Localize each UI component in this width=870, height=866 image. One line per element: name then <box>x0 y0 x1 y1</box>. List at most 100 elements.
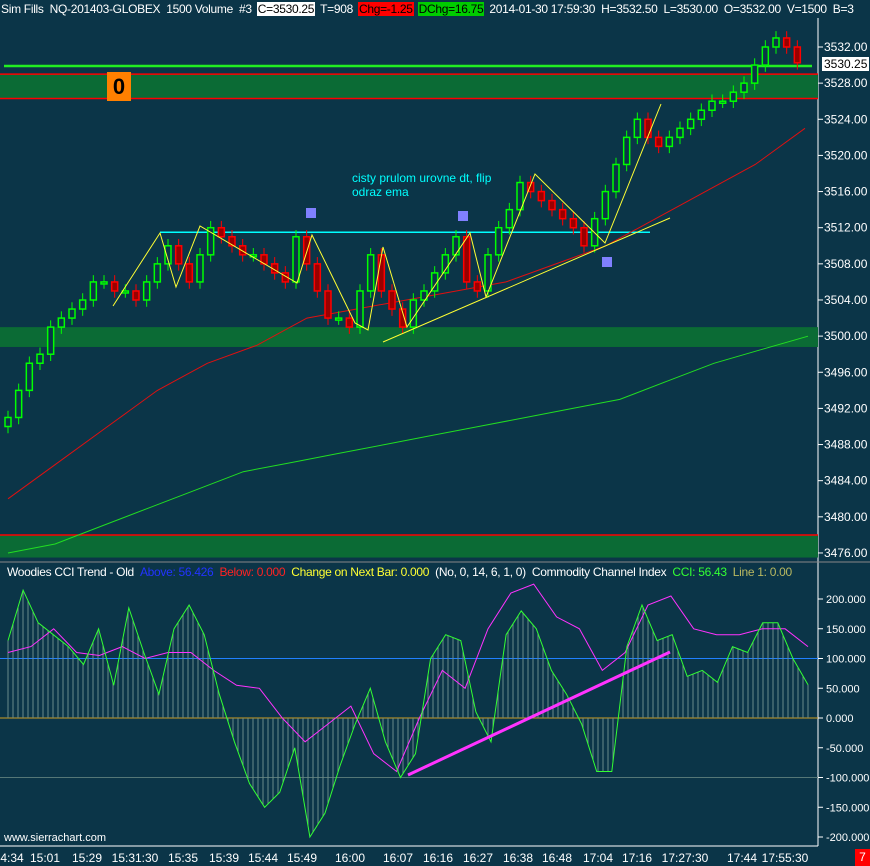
zone-label: 0 <box>107 72 131 101</box>
time-tick-label: 16:00 <box>335 851 365 865</box>
candle <box>121 290 130 294</box>
candle <box>686 118 695 130</box>
candle <box>473 281 482 292</box>
candle <box>569 217 578 229</box>
cci-tick-label: -150.000 <box>826 802 869 814</box>
price-tick-label: 3524.00 <box>824 112 868 126</box>
cci-header: Woodies CCI Trend - Old Above: 56.426 Belo… <box>0 563 797 581</box>
candle <box>132 290 140 301</box>
annotation-text: cisty prulom urovne dt, flip odraz ema <box>352 171 491 199</box>
time-tick-label: 15:31:30 <box>112 851 159 865</box>
time-tick-label: 15:35 <box>168 851 198 865</box>
candle <box>334 317 343 321</box>
candle <box>345 317 354 328</box>
annotation-line-2: odraz ema <box>352 185 409 199</box>
candle <box>772 37 780 48</box>
time-tick-label: 17:04 <box>583 851 613 865</box>
candle <box>313 263 322 292</box>
account-label: Sim Fills <box>1 2 44 16</box>
candle <box>196 254 204 283</box>
above-value: Above: 56.426 <box>139 565 214 579</box>
candle <box>537 190 546 202</box>
price-tick-label: 3500.00 <box>824 329 868 343</box>
watermark: www.sierrachart.com <box>4 832 107 844</box>
cci-value: CCI: 56.43 <box>672 565 727 579</box>
signal-marker <box>306 208 316 218</box>
study-params: (No, 0, 14, 6, 1, 0) <box>435 565 526 579</box>
time-tick-label: 17:44 <box>727 851 757 865</box>
candle <box>46 326 55 355</box>
candle <box>36 353 44 365</box>
cci-tick-label: 200.000 <box>826 594 866 606</box>
time-tick-label: 15:29 <box>72 851 102 865</box>
time-tick-label: 17:55:30 <box>762 851 809 865</box>
symbol-label: NQ-201403-GLOBEX <box>49 2 161 16</box>
cci-tick-label: -50.000 <box>826 743 863 755</box>
price-tick-label: 3488.00 <box>824 438 868 452</box>
time-tick-label: 17:27:30 <box>662 851 709 865</box>
candle <box>505 208 514 229</box>
price-tick-label: 3480.00 <box>824 510 868 524</box>
price-tick-label: 3496.00 <box>824 365 868 379</box>
price-tick-label: 3476.00 <box>824 546 868 560</box>
time-tick-label: 4:34 <box>0 851 24 865</box>
candle <box>580 226 588 247</box>
below-value: Below: 0.000 <box>219 565 286 579</box>
change-value: Chg=-1.25 <box>357 2 414 16</box>
candle <box>25 362 34 392</box>
candle <box>676 127 684 139</box>
price-tick-label: 3528.00 <box>824 76 868 90</box>
sma-line <box>7 335 809 554</box>
candle <box>110 281 119 292</box>
candle <box>14 389 23 419</box>
candle <box>644 118 652 139</box>
candle <box>697 109 706 121</box>
price-tick-label: 3516.00 <box>824 185 868 199</box>
candle <box>78 299 87 310</box>
candle <box>633 118 642 139</box>
candle <box>89 281 98 301</box>
annotation-line-1: cisty prulom urovne dt, flip <box>352 171 492 185</box>
time-tick-label: 17:16 <box>622 851 652 865</box>
candle <box>142 281 151 301</box>
candle <box>462 236 471 283</box>
time-tick-label: 16:07 <box>383 851 413 865</box>
price-tick-label: 3512.00 <box>824 221 868 235</box>
candle <box>750 64 759 84</box>
open-value: O=3532.00 <box>723 2 781 16</box>
candle <box>366 254 375 292</box>
price-tick-label: 3520.00 <box>824 148 868 162</box>
candle <box>494 226 503 256</box>
price-tick-label: 3492.00 <box>824 401 868 415</box>
price-tick-label: 3508.00 <box>824 257 868 271</box>
candle <box>622 136 631 166</box>
cci-name: Commodity Channel Index <box>531 565 667 579</box>
daily-change-value: DChg=16.75 <box>417 2 485 16</box>
chart-number: #3 <box>239 2 252 16</box>
candle <box>601 190 610 220</box>
cci-tick-label: -100.000 <box>826 773 869 785</box>
cci-tick-label: -200.000 <box>826 832 869 844</box>
cci-tick-label: 0.000 <box>826 713 854 725</box>
candle <box>4 416 12 428</box>
trades-value: T=908 <box>320 2 353 16</box>
low-value: L=3530.00 <box>663 2 718 16</box>
candle <box>57 317 66 328</box>
candle <box>100 281 108 285</box>
candle <box>292 236 300 283</box>
candle <box>761 46 770 66</box>
candle <box>185 263 194 283</box>
time-tick-label: 15:49 <box>287 851 317 865</box>
corner-badge: 7 <box>855 849 870 866</box>
candle <box>654 136 663 148</box>
cci-tick-label: 100.000 <box>826 654 866 666</box>
price-tick-label: 3484.00 <box>824 474 868 488</box>
change-next-bar: Change on Next Bar: 0.000 <box>291 565 430 579</box>
candle <box>388 290 396 310</box>
datetime-value: 2014-01-30 17:59:30 <box>489 2 596 16</box>
support-resistance-zone <box>0 534 818 558</box>
price-and-cci-chart[interactable]: 3532.00 3528.00 3524.00 3520.00 3516.00 3512.… <box>0 0 870 866</box>
candle <box>793 46 802 64</box>
high-value: H=3532.50 <box>601 2 658 16</box>
cci-trend-line <box>407 650 671 777</box>
